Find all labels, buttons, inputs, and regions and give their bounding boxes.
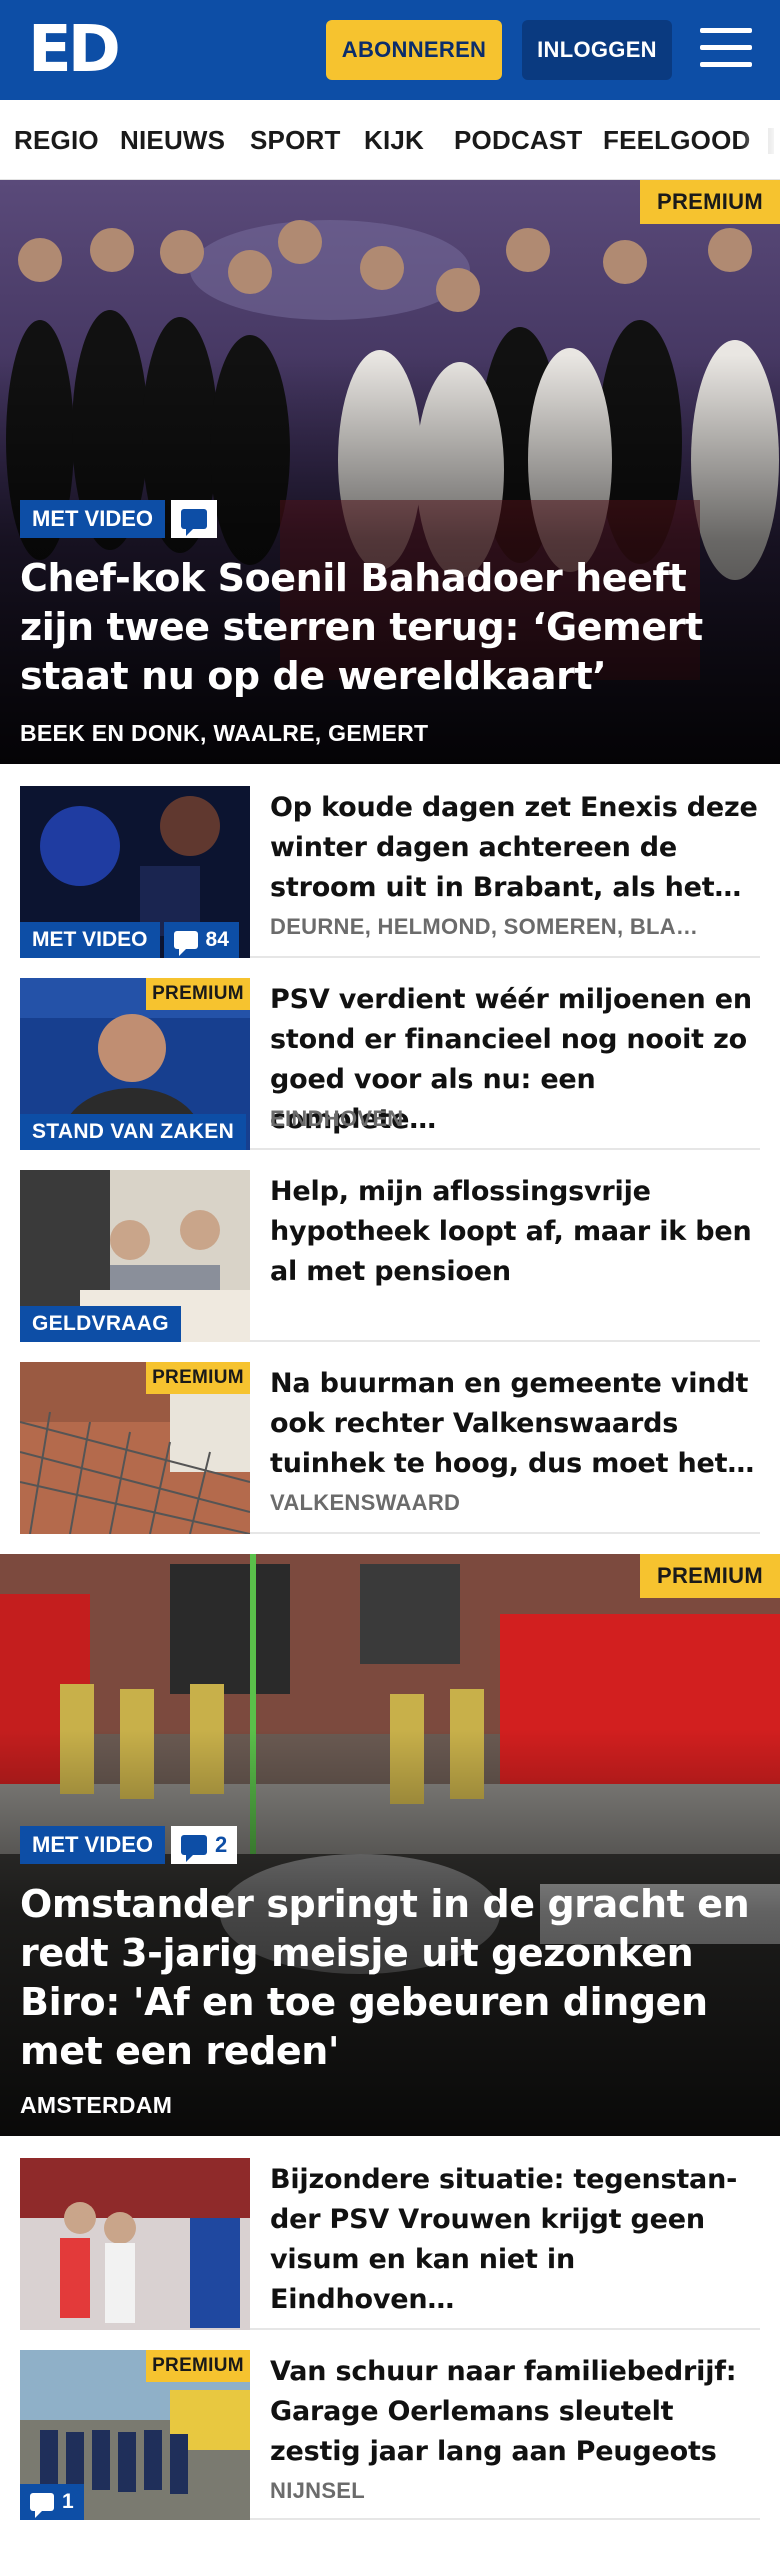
comment-bubble-icon bbox=[181, 1835, 208, 1862]
comment-bubble-icon bbox=[181, 509, 208, 536]
comment-bubble-icon bbox=[173, 931, 198, 956]
article-title[interactable]: Bijzondere situatie: tegenstan-der PSV V… bbox=[270, 2160, 760, 2320]
category-label: GELDVRAAG bbox=[20, 1306, 181, 1342]
list-item[interactable]: PREMIUM 1 Van schuur naar familiebedrijf… bbox=[20, 2350, 760, 2520]
comment-bubble-icon bbox=[30, 2493, 54, 2518]
hero-location: AMSTERDAM bbox=[20, 2092, 173, 2118]
comments-badge[interactable]: 84 bbox=[163, 922, 239, 958]
ed-logo[interactable]: ED bbox=[28, 18, 121, 82]
comments-badge[interactable]: 2 bbox=[171, 1826, 238, 1864]
category-label: STAND VAN ZAKEN bbox=[20, 1114, 247, 1150]
article-title[interactable]: Na buurman en gemeente vindt ook rechter… bbox=[270, 1364, 760, 1484]
video-label: MET VIDEO bbox=[20, 1826, 166, 1864]
nav-item-sport[interactable]: SPORT bbox=[250, 124, 341, 156]
premium-badge: PREMIUM bbox=[640, 180, 780, 224]
nav-item-feelgood[interactable]: FEELGOOD bbox=[603, 124, 751, 156]
article-title[interactable]: Van schuur naar familiebedrijf: Garage O… bbox=[270, 2352, 760, 2472]
hero-tags: MET VIDEO 2 bbox=[20, 1826, 238, 1864]
hero-title[interactable]: Chef-kok Soenil Bahadoer heeft zijn twee… bbox=[20, 554, 760, 701]
premium-badge: PREMIUM bbox=[640, 1554, 780, 1598]
comments-badge[interactable]: 1 bbox=[20, 2484, 84, 2520]
article-location: VALKENSWAARD bbox=[270, 1490, 461, 1515]
hero-title[interactable]: Omstander springt in de gracht en redt 3… bbox=[20, 1880, 760, 2076]
list-item[interactable]: GELDVRAAG Help, mijn aflossingsvrije hyp… bbox=[20, 1170, 760, 1342]
article-title[interactable]: Help, mijn aflossingsvrije hypotheek loo… bbox=[270, 1172, 760, 1292]
article-thumbnail: GELDVRAAG bbox=[20, 1170, 250, 1342]
article-location: DEURNE, HELMOND, SOMEREN, BLA… bbox=[270, 914, 699, 939]
article-location: EINDHOVEN bbox=[270, 1106, 404, 1131]
nav-item-podcast[interactable]: PODCAST bbox=[454, 124, 583, 156]
comment-count: 2 bbox=[215, 1832, 228, 1857]
hero-article-2[interactable]: PREMIUM MET VIDEO 2 Omstander springt in… bbox=[0, 1554, 780, 2136]
hero-location: BEEK EN DONK, WAALRE, GEMERT bbox=[20, 720, 429, 746]
subscribe-button[interactable]: ABONNEREN bbox=[326, 20, 502, 80]
article-title[interactable]: Op koude dagen zet Enexis deze winter da… bbox=[270, 788, 760, 908]
article-thumbnail: PREMIUM 1 bbox=[20, 2350, 250, 2520]
video-label: MET VIDEO bbox=[20, 922, 160, 958]
hero-tags: MET VIDEO bbox=[20, 500, 218, 538]
comment-count: 84 bbox=[205, 928, 229, 951]
article-thumbnail bbox=[20, 2158, 250, 2330]
article-thumbnail: PREMIUM STAND VAN ZAKEN bbox=[20, 978, 250, 1150]
article-thumbnail: MET VIDEO 84 bbox=[20, 786, 250, 958]
article-location: NIJNSEL bbox=[270, 2478, 366, 2503]
list-item[interactable]: PREMIUM Na buurman en gemeente vindt ook… bbox=[20, 1362, 760, 1534]
thumb-labels: MET VIDEO 84 bbox=[20, 922, 239, 958]
premium-badge: PREMIUM bbox=[146, 978, 250, 1010]
site-header: ED ABONNEREN INLOGGEN bbox=[0, 0, 780, 100]
hero-article-1[interactable]: PREMIUM MET VIDEO Chef-kok Soenil Bahado… bbox=[0, 180, 780, 764]
nav-fade bbox=[740, 100, 780, 179]
video-label: MET VIDEO bbox=[20, 500, 166, 538]
nav-item-kijk[interactable]: KIJK bbox=[364, 124, 424, 156]
login-button[interactable]: INLOGGEN bbox=[522, 20, 672, 80]
list-item[interactable]: PREMIUM STAND VAN ZAKEN PSV verdient wéé… bbox=[20, 978, 760, 1150]
article-thumbnail: PREMIUM bbox=[20, 1362, 250, 1534]
nav-item-regio[interactable]: REGIO bbox=[14, 124, 99, 156]
premium-badge: PREMIUM bbox=[146, 1362, 250, 1394]
list-item[interactable]: MET VIDEO 84 Op koude dagen zet Enexis d… bbox=[20, 786, 760, 958]
comment-count: 1 bbox=[62, 2490, 74, 2513]
comments-badge[interactable] bbox=[171, 500, 218, 538]
list-item[interactable]: Bijzondere situatie: tegenstan-der PSV V… bbox=[20, 2158, 760, 2330]
hamburger-menu-icon[interactable] bbox=[700, 26, 752, 70]
premium-badge: PREMIUM bbox=[146, 2350, 250, 2382]
section-nav: REGIO NIEUWS SPORT KIJK PODCAST FEELGOOD bbox=[0, 100, 780, 180]
nav-item-nieuws[interactable]: NIEUWS bbox=[120, 124, 225, 156]
